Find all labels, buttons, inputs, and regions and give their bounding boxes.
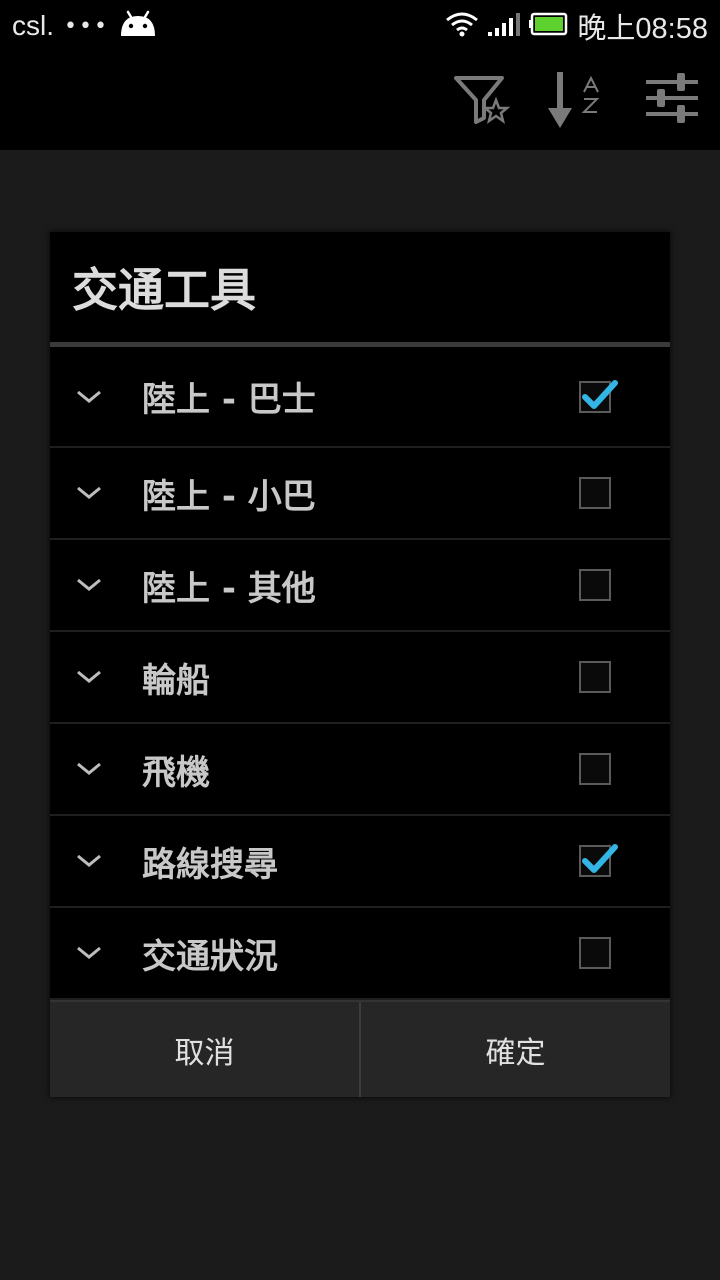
checkbox[interactable]	[579, 569, 611, 601]
android-icon	[119, 10, 157, 42]
list-item[interactable]: 陸上 - 巴士	[50, 347, 670, 448]
wifi-icon	[445, 10, 479, 42]
action-bar	[0, 52, 720, 150]
list-item[interactable]: 交通狀況	[50, 908, 670, 1000]
chevron-down-icon[interactable]	[74, 388, 104, 406]
checkbox[interactable]	[579, 937, 611, 969]
checkmark-icon	[582, 379, 618, 409]
list-item-label: 陸上 - 小巴	[142, 476, 316, 517]
chevron-down-icon[interactable]	[74, 484, 104, 502]
chevron-down-icon[interactable]	[74, 852, 104, 870]
dialog-buttons: 取消 確定	[50, 1000, 670, 1097]
filter-star-icon[interactable]	[448, 70, 512, 134]
notification-dots: •••	[64, 13, 109, 39]
list-item[interactable]: 陸上 - 其他	[50, 540, 670, 632]
checkbox-checked[interactable]	[579, 379, 618, 413]
list-item-label: 陸上 - 巴士	[142, 380, 316, 420]
chevron-down-icon[interactable]	[74, 668, 104, 686]
list-item-label: 陸上 - 其他	[142, 568, 316, 609]
battery-icon	[529, 12, 569, 40]
list-item[interactable]: 陸上 - 小巴	[50, 448, 670, 540]
list-item-label: 路線搜尋	[142, 844, 278, 885]
confirm-button[interactable]: 確定	[359, 1002, 670, 1097]
dialog-title: 交通工具	[72, 263, 256, 317]
checkbox[interactable]	[579, 477, 611, 509]
sort-az-icon[interactable]	[540, 70, 604, 134]
list-item-label: 交通狀況	[142, 936, 278, 977]
status-bar: csl. ••• 晚上08:58	[0, 0, 720, 52]
list-item[interactable]: 飛機	[50, 724, 670, 816]
signal-icon	[487, 10, 521, 42]
settings-sliders-icon[interactable]	[640, 70, 704, 134]
list-item[interactable]: 路線搜尋	[50, 816, 670, 908]
carrier-name: csl.	[12, 10, 54, 41]
list-item-label: 飛機	[142, 752, 210, 793]
chevron-down-icon[interactable]	[74, 576, 104, 594]
checkbox[interactable]	[579, 661, 611, 693]
chevron-down-icon[interactable]	[74, 760, 104, 778]
cancel-button[interactable]: 取消	[50, 1002, 359, 1097]
list-item[interactable]: 輪船	[50, 632, 670, 724]
chevron-down-icon[interactable]	[74, 944, 104, 962]
transport-dialog: 交通工具 陸上 - 巴士 陸上 - 小巴 陸上 - 其他 輪船飛機路線搜尋交通狀況 取…	[50, 232, 670, 1097]
list-item-label: 輪船	[142, 660, 210, 701]
checkbox-checked[interactable]	[579, 844, 618, 877]
checkbox[interactable]	[579, 753, 611, 785]
transport-list: 陸上 - 巴士 陸上 - 小巴 陸上 - 其他 輪船飛機路線搜尋交通狀況	[50, 347, 670, 1000]
checkmark-icon	[582, 844, 618, 873]
clock: 晚上08:58	[577, 13, 708, 45]
